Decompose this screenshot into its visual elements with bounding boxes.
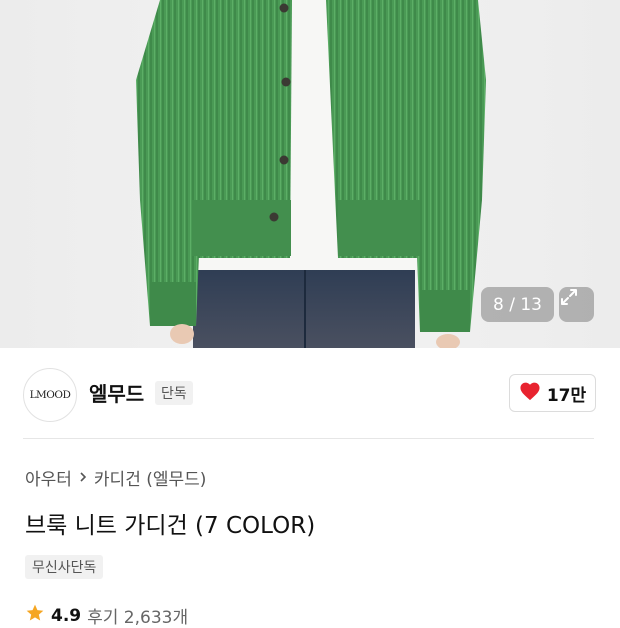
heart-icon (519, 381, 541, 405)
image-counter: 8 / 13 (481, 287, 554, 322)
star-icon (25, 603, 45, 628)
review-count[interactable]: 후기 2,633개 (87, 603, 188, 628)
product-image[interactable]: 8 / 13 (0, 0, 620, 348)
like-count: 17만 (546, 385, 587, 406)
rating-row[interactable]: 4.9 후기 2,633개 (25, 603, 188, 628)
expand-button[interactable] (559, 287, 594, 322)
brand-logo[interactable]: LMOOD (23, 368, 77, 422)
chevron-right-icon (78, 468, 88, 488)
breadcrumb-item-outer[interactable]: 아우터 (25, 465, 72, 490)
product-title: 브룩 니트 가디건 (7 COLOR) (25, 513, 316, 539)
breadcrumb: 아우터 카디건 (엘무드) (25, 465, 206, 490)
rating-score: 4.9 (51, 605, 82, 626)
like-button[interactable]: 17만 (509, 374, 596, 412)
brand-exclusive-badge: 단독 (155, 381, 193, 405)
brand-name[interactable]: 엘무드 (89, 378, 144, 407)
exclusive-tag: 무신사단독 (25, 555, 104, 579)
divider (23, 438, 594, 439)
breadcrumb-item-cardigan[interactable]: 카디건 (엘무드) (94, 465, 207, 490)
